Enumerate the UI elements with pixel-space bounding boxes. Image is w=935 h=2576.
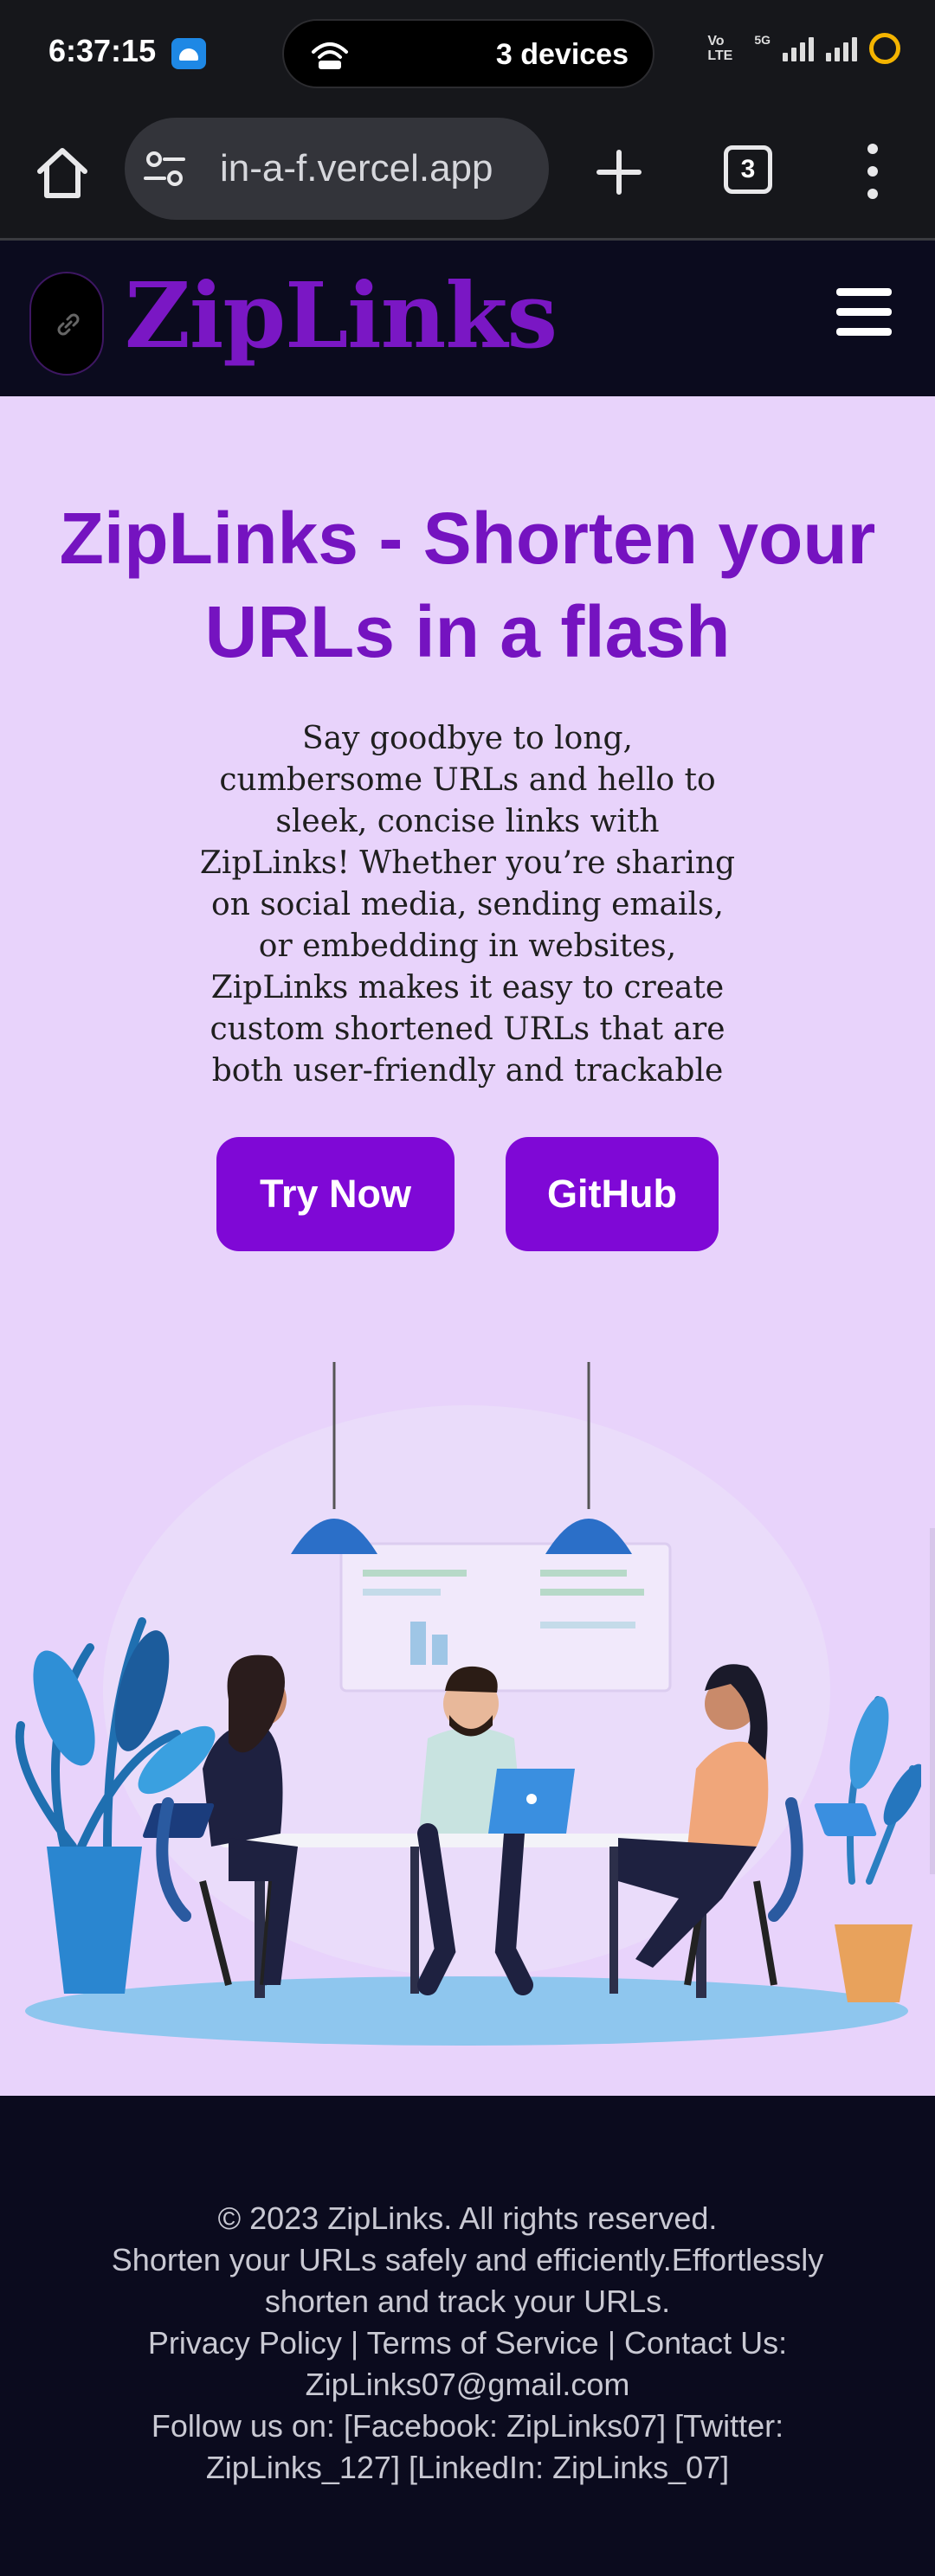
volte-icon: Vo LTE bbox=[707, 34, 733, 63]
url-text: in-a-f.vercel.app bbox=[220, 147, 493, 190]
plus-icon[interactable] bbox=[589, 142, 649, 202]
site-header: ZipLinks bbox=[0, 243, 935, 396]
hotspot-icon bbox=[312, 42, 348, 69]
footer-tagline: Shorten your URLs safely and efficiently… bbox=[111, 2242, 824, 2319]
hero-section: ZipLinks - Shorten your URLs in a flash … bbox=[0, 396, 935, 2096]
battery-icon bbox=[869, 33, 900, 64]
status-time: 6:37:15 bbox=[48, 33, 157, 68]
browser-toolbar: in-a-f.vercel.app 3 bbox=[0, 107, 935, 241]
signal-strength-icon-2 bbox=[826, 35, 857, 61]
footer-social[interactable]: Follow us on: [Facebook: ZipLinks07] [Tw… bbox=[95, 2406, 840, 2489]
hotspot-label: 3 devices bbox=[495, 38, 629, 71]
hotspot-indicator[interactable]: 3 devices bbox=[282, 19, 654, 88]
page-scrollbar[interactable] bbox=[930, 1528, 935, 1874]
system-icons: Vo LTE 5G bbox=[707, 33, 900, 64]
network-type-label: 5G bbox=[754, 33, 771, 47]
hero-description: Say goodbye to long, cumbersome URLs and… bbox=[199, 721, 736, 1089]
link-icon bbox=[57, 313, 80, 336]
try-now-button[interactable]: Try Now bbox=[216, 1137, 455, 1251]
status-bar: 6:37:15 3 devices Vo LTE 5G bbox=[0, 0, 935, 107]
more-vert-icon[interactable] bbox=[857, 144, 888, 199]
address-bar[interactable]: in-a-f.vercel.app bbox=[125, 118, 549, 220]
home-icon[interactable] bbox=[31, 142, 94, 204]
app-notification-icon bbox=[171, 38, 206, 69]
tab-switcher-button[interactable]: 3 bbox=[724, 145, 772, 194]
footer-copyright: © 2023 ZipLinks. All rights reserved. bbox=[217, 2200, 718, 2236]
github-button[interactable]: GitHub bbox=[506, 1137, 719, 1251]
hero-title: ZipLinks - Shorten your URLs in a flash bbox=[59, 498, 876, 672]
footer-text: © 2023 ZipLinks. All rights reserved. Sh… bbox=[95, 2198, 840, 2489]
site-footer: © 2023 ZipLinks. All rights reserved. Sh… bbox=[0, 2096, 935, 2576]
signal-strength-icon-1 bbox=[783, 35, 814, 61]
brand-name[interactable]: ZipLinks bbox=[125, 262, 558, 369]
footer-links[interactable]: Privacy Policy | Terms of Service | Cont… bbox=[95, 2322, 840, 2406]
tune-icon[interactable] bbox=[144, 151, 185, 187]
hamburger-icon[interactable] bbox=[836, 288, 892, 337]
logo[interactable] bbox=[29, 272, 104, 376]
team-illustration bbox=[15, 1362, 921, 2046]
